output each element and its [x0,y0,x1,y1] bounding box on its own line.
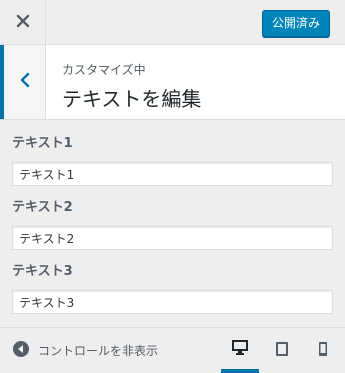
collapse-arrow-icon [12,340,30,362]
customizing-label: カスタマイズ中 [62,63,146,77]
section-title-bar: カスタマイズ中 テキストを編集 [0,45,345,120]
preview-mobile-button[interactable] [304,328,342,373]
controls-list: テキスト1 テキスト2 テキスト3 [12,136,333,328]
close-icon [16,13,30,32]
collapse-controls-button[interactable]: コントロールを非表示 [12,328,158,373]
control-text2: テキスト2 [12,200,333,250]
collapse-label: コントロールを非表示 [38,344,159,358]
chevron-left-icon [19,72,31,92]
preview-desktop-button[interactable] [221,328,259,373]
preview-tablet-button[interactable] [263,328,301,373]
control-text1: テキスト1 [12,136,333,186]
customizer-footer: コントロールを非表示 [0,327,345,373]
page-title: テキストを編集 [62,87,202,111]
text2-input[interactable] [12,226,333,250]
control-label: テキスト1 [12,136,73,151]
customizer-header: 公開済み [0,0,345,45]
desktop-icon [231,339,249,359]
control-label: テキスト2 [12,200,73,215]
publish-button[interactable]: 公開済み [261,10,330,37]
control-text3: テキスト3 [12,264,333,314]
close-button[interactable] [0,0,46,44]
customizer-panel: 公開済み カスタマイズ中 テキストを編集 テキスト1 テキスト2 テキスト3 [0,0,345,373]
control-label: テキスト3 [12,264,73,279]
mobile-icon [318,341,328,361]
back-button[interactable] [0,45,46,119]
text1-input[interactable] [12,162,333,186]
text3-input[interactable] [12,290,333,314]
tablet-icon [275,341,289,361]
